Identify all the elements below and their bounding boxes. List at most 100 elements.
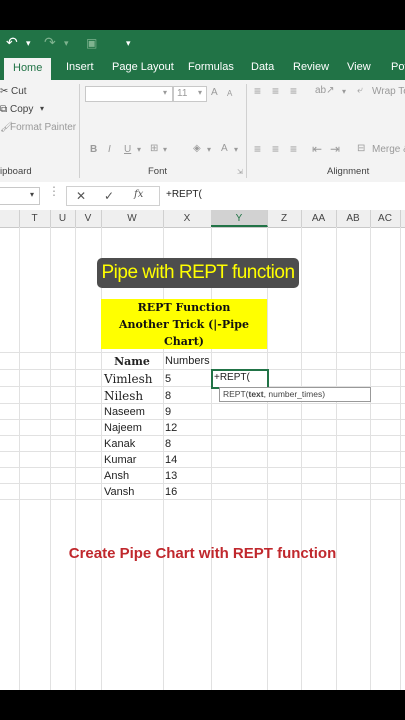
column-headers: T U V W X Y Z AA AB AC <box>0 210 405 228</box>
table-title-line: Chart) <box>164 335 204 348</box>
number-cell[interactable]: 8 <box>165 390 171 402</box>
fill-dropdown-icon[interactable]: ▾ <box>207 145 211 154</box>
formula-input[interactable]: +REPT( <box>158 182 405 209</box>
number-cell[interactable]: 5 <box>165 373 171 385</box>
tab-page-layout[interactable]: Page Layout <box>112 61 174 73</box>
align-left-icon[interactable]: ≡ <box>254 142 261 156</box>
column-header-z[interactable]: Z <box>267 210 302 227</box>
column-header-ac[interactable]: AC <box>370 210 401 227</box>
clipboard-group-label: ipboard <box>0 166 32 177</box>
merge-center-button[interactable]: Merge & <box>372 144 405 155</box>
gridline <box>0 483 405 484</box>
numbers-header[interactable]: Numbers <box>165 355 210 367</box>
borders-icon[interactable]: ⊞ <box>150 143 158 154</box>
column-header-u[interactable]: U <box>50 210 76 227</box>
name-cell[interactable]: Naseem <box>104 406 145 418</box>
undo-icon[interactable]: ↶ <box>6 34 18 51</box>
align-center-icon[interactable]: ≡ <box>272 142 279 156</box>
title-banner: Pipe with REPT function <box>97 258 299 288</box>
decrease-font-icon[interactable]: A <box>227 89 232 98</box>
chevron-down-icon[interactable]: ▾ <box>30 190 34 199</box>
tab-power[interactable]: Pov <box>391 61 405 73</box>
name-cell[interactable]: Nilesh <box>104 389 143 403</box>
orientation-dropdown-icon[interactable]: ▾ <box>342 87 346 96</box>
column-header-v[interactable]: V <box>75 210 102 227</box>
ribbon: ✂ Cut ⧉ Copy ▾ 🖌 Format Painter ipboard … <box>0 80 405 183</box>
name-cell[interactable]: Kumar <box>104 454 136 466</box>
column-header-t[interactable]: T <box>19 210 51 227</box>
copy-button[interactable]: Copy <box>10 104 33 115</box>
tab-home[interactable]: Home <box>4 58 52 80</box>
column-header-ab[interactable]: AB <box>336 210 371 227</box>
tab-formulas[interactable]: Formulas <box>188 61 234 73</box>
touch-mode-icon[interactable]: ▣ <box>86 36 97 50</box>
italic-button[interactable]: I <box>108 144 111 155</box>
column-header-aa[interactable]: AA <box>301 210 337 227</box>
redo-icon[interactable]: ↷ <box>44 34 56 51</box>
excel-window: ↶ ▾ ↷ ▾ ▣ ▾ Home Insert Page Layout Form… <box>0 30 405 690</box>
name-header[interactable]: Name <box>101 355 163 368</box>
wrap-text-button[interactable]: Wrap Te <box>372 86 405 97</box>
column-header-w[interactable]: W <box>101 210 164 227</box>
customize-toolbar-icon[interactable]: ▾ <box>126 38 131 49</box>
format-painter-button[interactable]: Format Painter <box>10 122 76 133</box>
font-dialog-launcher-icon[interactable]: ⇲ <box>237 168 243 176</box>
font-color-icon[interactable]: A <box>221 143 228 154</box>
align-top-icon[interactable]: ≡ <box>254 84 261 98</box>
align-right-icon[interactable]: ≡ <box>290 142 297 156</box>
number-cell[interactable]: 12 <box>165 422 177 434</box>
number-cell[interactable]: 13 <box>165 470 177 482</box>
font-color-dropdown-icon[interactable]: ▾ <box>234 145 238 154</box>
gridline <box>0 435 405 436</box>
gridline <box>0 419 405 420</box>
align-bottom-icon[interactable]: ≡ <box>290 84 297 98</box>
underline-dropdown-icon[interactable]: ▾ <box>137 145 141 154</box>
cut-icon: ✂ <box>0 86 9 97</box>
active-cell-editor[interactable]: +REPT( <box>211 369 269 389</box>
decrease-indent-icon[interactable]: ⇤ <box>312 142 322 156</box>
cut-button[interactable]: Cut <box>11 86 27 97</box>
formula-bar: ▾ ⋮ ✕ ✓ fx +REPT( <box>0 182 405 211</box>
insert-function-icon[interactable]: fx <box>134 189 143 200</box>
table-title-line: REPT Function <box>137 301 231 314</box>
tab-insert[interactable]: Insert <box>66 61 94 73</box>
column-header-x[interactable]: X <box>163 210 212 227</box>
gridline <box>19 227 20 690</box>
tab-view[interactable]: View <box>347 61 371 73</box>
name-cell[interactable]: Ansh <box>104 470 129 482</box>
gridline <box>400 227 401 690</box>
increase-font-icon[interactable]: A <box>211 87 218 98</box>
name-cell[interactable]: Vimlesh <box>104 372 153 386</box>
divider <box>246 84 247 178</box>
orientation-icon[interactable]: ab↗ <box>315 85 335 96</box>
increase-indent-icon[interactable]: ⇥ <box>330 142 340 156</box>
name-cell[interactable]: Vansh <box>104 486 134 498</box>
number-cell[interactable]: 8 <box>165 438 171 450</box>
name-cell[interactable]: Kanak <box>104 438 135 450</box>
tab-review[interactable]: Review <box>293 61 329 73</box>
number-cell[interactable]: 9 <box>165 406 171 418</box>
number-cell[interactable]: 14 <box>165 454 177 466</box>
enter-icon[interactable]: ✓ <box>104 189 114 203</box>
cancel-icon[interactable]: ✕ <box>76 189 86 203</box>
tab-data[interactable]: Data <box>251 61 274 73</box>
undo-dropdown-icon[interactable]: ▾ <box>26 38 31 49</box>
function-tooltip[interactable]: REPT(text, number_times) <box>219 387 371 402</box>
number-cell[interactable]: 16 <box>165 486 177 498</box>
font-name-select[interactable] <box>85 86 173 102</box>
gridline <box>301 227 302 690</box>
align-middle-icon[interactable]: ≡ <box>272 84 279 98</box>
bold-button[interactable]: B <box>90 144 97 155</box>
tooltip-arg-text: text <box>248 389 264 399</box>
worksheet-grid[interactable]: Pipe with REPT function REPT Function An… <box>0 227 405 690</box>
copy-dropdown-icon[interactable]: ▾ <box>40 104 44 113</box>
name-cell[interactable]: Najeem <box>104 422 142 434</box>
alignment-group-label: Alignment <box>327 166 370 177</box>
column-header-y[interactable]: Y <box>211 210 268 227</box>
fill-color-icon[interactable]: ◈ <box>193 143 201 154</box>
underline-button[interactable]: U <box>124 144 131 155</box>
select-all-corner[interactable] <box>0 210 20 227</box>
borders-dropdown-icon[interactable]: ▾ <box>163 145 167 154</box>
table-title-line: Another Trick (|-Pipe <box>119 318 249 331</box>
tooltip-rest: number_times) <box>268 389 326 399</box>
